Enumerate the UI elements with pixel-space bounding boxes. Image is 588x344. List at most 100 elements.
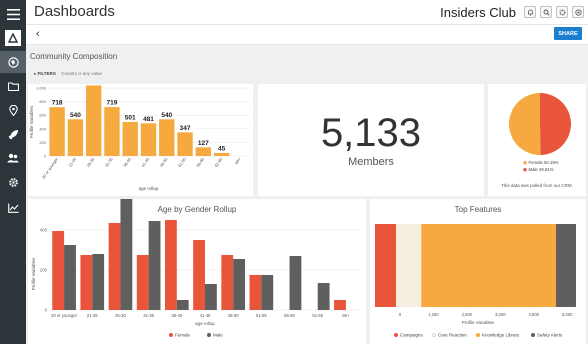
rocket-icon[interactable] xyxy=(0,123,26,145)
legend-label: Female 50.19% xyxy=(529,160,559,165)
age-gender-panel: Age by Gender Rollup6004002000Profile Va… xyxy=(28,177,366,344)
filter-condition[interactable]: Country is any value xyxy=(61,71,102,76)
gender-pie-chart: Female 50.19% Male 49.81% xyxy=(508,93,571,172)
legend-label: Care Reaction xyxy=(438,333,467,338)
bar-segment xyxy=(556,224,576,307)
filters-bar[interactable]: ▸ FILTERS Country is any value xyxy=(34,71,102,77)
bar xyxy=(122,121,138,156)
y-tick-label: 400 xyxy=(40,228,48,233)
notification-bell-icon[interactable] xyxy=(524,6,536,18)
x-tick-label: 51-55 xyxy=(177,156,187,168)
section-title: Community Composition xyxy=(30,52,118,61)
members-count: 5,133 xyxy=(320,111,422,155)
bar-segment xyxy=(375,224,397,307)
dashboard-app: Dashboards Insiders Club ‹ SHARE Communi… xyxy=(0,0,588,344)
x-tick-label: 61-65 xyxy=(213,156,223,168)
x-tick-label: 26-30 xyxy=(86,156,96,168)
legend-swatch xyxy=(431,332,437,338)
legend-label: Female xyxy=(175,333,191,338)
age-rollup-chart: 1,000 800 600 400 200 0 Profile Variables 718 20… xyxy=(29,85,249,191)
search-icon[interactable] xyxy=(540,6,552,18)
filters-label[interactable]: FILTERS xyxy=(38,71,56,76)
menu-icon[interactable] xyxy=(0,3,26,25)
bar xyxy=(64,245,76,310)
y-tick-label: 600 xyxy=(39,113,46,118)
bar-segment xyxy=(421,224,557,307)
line-chart-icon[interactable] xyxy=(0,197,26,219)
bar xyxy=(92,254,105,310)
bar xyxy=(49,107,65,156)
data-label: 347 xyxy=(180,125,191,132)
y-tick-label: 1,000 xyxy=(36,86,47,91)
y-tick-label: 800 xyxy=(39,99,46,104)
x-tick-label: 4,500 xyxy=(529,312,540,317)
x-tick-label: 61-65 xyxy=(312,313,323,318)
map-pin-icon[interactable] xyxy=(0,99,26,121)
y-tick-label: 400 xyxy=(39,126,46,131)
crm-note: This data was pulled from our CRM. xyxy=(501,183,573,188)
y-tick-label: 200 xyxy=(39,140,46,145)
x-tick-label: 36-40 xyxy=(171,313,182,318)
top-header: Dashboards Insiders Club xyxy=(26,0,588,25)
bar xyxy=(52,231,65,310)
help-icon[interactable] xyxy=(572,6,584,18)
top-features-chart: Top Features 0 1,250 2,500 3,250 4,500 5,000 Pr… xyxy=(375,205,576,338)
legend-swatch xyxy=(169,333,173,337)
age-gender-chart: Age by Gender Rollup6004002000Profile Va… xyxy=(31,177,360,338)
bar xyxy=(195,147,211,156)
bar-segment xyxy=(396,224,422,307)
legend-label: Campaigns xyxy=(400,333,424,338)
data-label: 540 xyxy=(161,112,172,119)
logo-icon[interactable] xyxy=(5,30,21,46)
x-tick-label: 0 xyxy=(399,312,402,317)
x-tick-label: 41-45 xyxy=(140,156,150,168)
chart-title: Top Features xyxy=(455,205,502,214)
settings-icon[interactable] xyxy=(556,6,568,18)
gender-pie-panel: Female 50.19% Male 49.81% This data was p… xyxy=(488,84,586,196)
x-tick-label: 51-55 xyxy=(256,313,267,318)
bar xyxy=(86,85,102,156)
bar xyxy=(261,275,274,310)
data-label: 45 xyxy=(218,145,226,152)
gear-icon[interactable] xyxy=(0,171,26,193)
bar xyxy=(67,119,84,156)
x-axis-label: age rollup xyxy=(195,321,215,326)
back-button[interactable]: ‹ xyxy=(36,28,40,40)
bar xyxy=(233,259,246,310)
x-tick-label: 21-25 xyxy=(87,313,98,318)
bar xyxy=(249,275,262,310)
bar xyxy=(136,255,149,310)
x-tick-label: 46-50 xyxy=(228,313,239,318)
org-name[interactable]: Insiders Club xyxy=(440,5,516,20)
data-label: 481 xyxy=(143,116,154,123)
bar xyxy=(104,107,120,156)
bar xyxy=(120,177,133,310)
legend-swatch xyxy=(523,161,527,165)
x-axis-label: age rollup xyxy=(139,186,159,191)
members-label: Members xyxy=(348,156,394,168)
legend-swatch xyxy=(476,333,480,337)
bar xyxy=(334,300,346,310)
share-button[interactable]: SHARE xyxy=(554,27,582,40)
folder-icon[interactable] xyxy=(0,75,26,97)
data-label: 127 xyxy=(198,140,209,147)
legend-swatch xyxy=(531,333,535,337)
globe-icon[interactable] xyxy=(0,51,26,73)
bar xyxy=(213,152,230,156)
x-tick-label: 36-40 xyxy=(122,156,132,168)
bar xyxy=(159,119,175,156)
x-tick-label: 31-35 xyxy=(143,313,154,318)
top-features-panel: Top Features 0 1,250 2,500 3,250 4,500 5,000 Pr… xyxy=(370,199,586,344)
x-tick-label: 31-35 xyxy=(104,156,114,168)
y-tick-label: 200 xyxy=(40,268,48,273)
y-axis-label: Profile Variables xyxy=(29,105,34,138)
bar xyxy=(177,132,193,156)
x-tick-label: 20 or younger xyxy=(51,313,77,318)
legend-label: Male xyxy=(213,333,223,338)
bar xyxy=(108,223,121,310)
x-axis-label: Profile Variables xyxy=(462,320,495,325)
data-label: 719 xyxy=(107,100,118,107)
bar xyxy=(193,240,205,310)
people-icon[interactable] xyxy=(0,147,26,169)
data-label: 540 xyxy=(70,112,81,119)
